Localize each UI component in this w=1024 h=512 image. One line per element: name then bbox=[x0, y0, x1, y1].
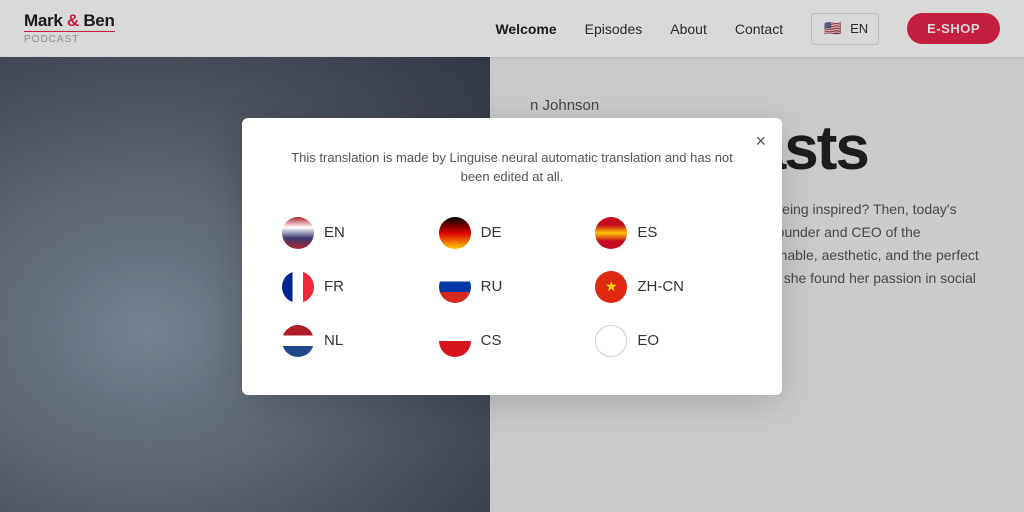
lang-label-nl: NL bbox=[324, 332, 343, 349]
lang-option-nl[interactable]: NL bbox=[282, 323, 429, 359]
lang-option-es[interactable]: ES bbox=[595, 215, 742, 251]
flag-zh: ★ bbox=[595, 271, 627, 303]
lang-label-es: ES bbox=[637, 224, 657, 241]
lang-label-zh: ZH-CN bbox=[637, 278, 684, 295]
flag-es bbox=[595, 217, 627, 249]
flag-de bbox=[439, 217, 471, 249]
lang-label-fr: FR bbox=[324, 278, 344, 295]
lang-label-de: DE bbox=[481, 224, 502, 241]
lang-option-en[interactable]: EN bbox=[282, 215, 429, 251]
language-grid: EN DE ES FR RU ★ ZH-CN NL CS EO bbox=[282, 215, 742, 359]
language-modal: × This translation is made by Linguise n… bbox=[242, 118, 782, 395]
lang-option-ru[interactable]: RU bbox=[439, 269, 586, 305]
lang-option-zh[interactable]: ★ ZH-CN bbox=[595, 269, 742, 305]
flag-ru bbox=[439, 271, 471, 303]
lang-option-eo[interactable]: EO bbox=[595, 323, 742, 359]
modal-overlay[interactable]: × This translation is made by Linguise n… bbox=[0, 0, 1024, 512]
flag-en bbox=[282, 217, 314, 249]
modal-notice-text: This translation is made by Linguise neu… bbox=[282, 148, 742, 187]
flag-eo bbox=[595, 325, 627, 357]
lang-option-fr[interactable]: FR bbox=[282, 269, 429, 305]
lang-option-de[interactable]: DE bbox=[439, 215, 586, 251]
flag-fr bbox=[282, 271, 314, 303]
lang-label-cs: CS bbox=[481, 332, 502, 349]
lang-label-en: EN bbox=[324, 224, 345, 241]
lang-label-ru: RU bbox=[481, 278, 503, 295]
lang-option-cs[interactable]: CS bbox=[439, 323, 586, 359]
flag-nl bbox=[282, 325, 314, 357]
lang-label-eo: EO bbox=[637, 332, 659, 349]
flag-cs bbox=[439, 325, 471, 357]
modal-close-button[interactable]: × bbox=[755, 132, 766, 150]
